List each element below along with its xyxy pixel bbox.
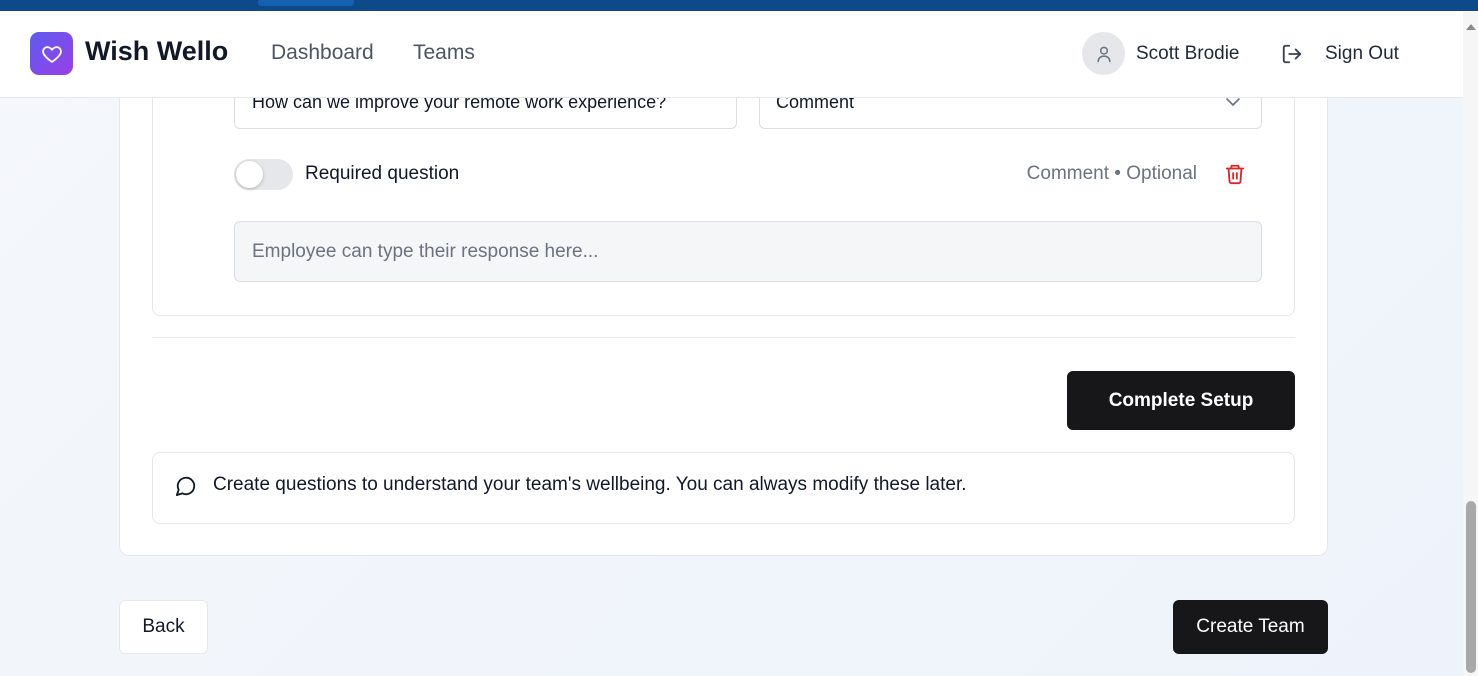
back-button[interactable]: Back	[119, 600, 208, 654]
sign-out-icon[interactable]	[1281, 43, 1303, 65]
required-question-label: Required question	[305, 163, 460, 184]
browser-top-strip	[0, 0, 1478, 11]
info-box: Create questions to understand your team…	[152, 452, 1295, 524]
avatar[interactable]	[1082, 32, 1125, 75]
page-scrollbar[interactable]	[1463, 11, 1478, 676]
scroll-up-arrow-icon[interactable]	[1466, 24, 1476, 30]
response-preview-field: Employee can type their response here...	[234, 221, 1262, 282]
required-toggle[interactable]	[234, 159, 293, 190]
app-logo[interactable]	[30, 32, 73, 75]
info-text: Create questions to understand your team…	[213, 474, 967, 495]
complete-setup-button[interactable]: Complete Setup	[1067, 371, 1295, 430]
toggle-knob	[236, 161, 263, 188]
scrollbar-thumb[interactable]	[1466, 501, 1476, 673]
sign-out-link[interactable]: Sign Out	[1325, 43, 1399, 65]
trash-icon[interactable]	[1224, 163, 1246, 185]
top-navbar: Wish Wello Dashboard Teams Scott Brodie …	[0, 11, 1463, 98]
nav-dashboard[interactable]: Dashboard	[271, 41, 374, 65]
user-icon	[1096, 46, 1111, 62]
app-name[interactable]: Wish Wello	[85, 36, 228, 67]
user-name: Scott Brodie	[1136, 43, 1240, 64]
question-meta: Comment • Optional	[1026, 163, 1197, 184]
browser-tab-indicator	[258, 0, 354, 6]
chat-bubble-icon	[175, 476, 196, 497]
nav-teams[interactable]: Teams	[413, 41, 475, 65]
section-divider	[152, 337, 1295, 338]
heart-icon	[41, 45, 62, 63]
create-team-button[interactable]: Create Team	[1173, 600, 1328, 654]
